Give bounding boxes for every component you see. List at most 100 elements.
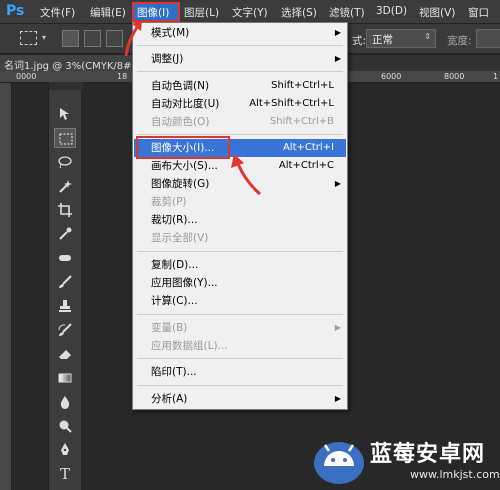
ruler-vertical (0, 83, 12, 490)
photoshop-logo: Ps (6, 3, 25, 19)
watermark: 蓝莓安卓网 www.lmkjst.com (306, 432, 500, 490)
history-brush-icon[interactable] (54, 320, 76, 340)
menu-item-trap[interactable]: 陷印(T)... (134, 363, 346, 381)
new-selection-icon[interactable] (62, 30, 79, 47)
submenu-arrow-icon: ▶ (334, 28, 341, 37)
menu-file[interactable]: 文件(F) (40, 5, 75, 20)
brush-tool-icon[interactable] (54, 272, 76, 292)
menu-item-label: 裁切(R)... (151, 214, 198, 226)
menu-item-shortcut: Shift+Ctrl+B (269, 116, 334, 127)
ruler-number: 8000 (444, 72, 465, 81)
menu-item-label: 自动颜色(O) (151, 116, 210, 128)
magic-wand-icon[interactable] (54, 176, 76, 196)
submenu-arrow-icon: ▶ (334, 54, 341, 63)
menu-item-label: 计算(C)... (151, 295, 198, 307)
ruler-number: 18 (117, 72, 128, 81)
menu-3d[interactable]: 3D(D) (376, 5, 407, 17)
menu-item-calculations[interactable]: 计算(C)... (134, 292, 346, 310)
healing-brush-icon[interactable] (54, 248, 76, 268)
panel-grip[interactable] (49, 82, 83, 90)
menu-item-duplicate[interactable]: 复制(D)... (134, 256, 346, 274)
style-select-value: 正常 (372, 34, 393, 46)
menu-item-label: 调整(J) (151, 53, 184, 65)
menu-select[interactable]: 选择(S) (281, 5, 317, 20)
menu-separator (137, 358, 343, 359)
submenu-arrow-icon: ▶ (334, 394, 341, 403)
submenu-arrow-icon: ▶ (334, 323, 341, 332)
menu-type[interactable]: 文字(Y) (232, 5, 268, 20)
menu-separator (137, 71, 343, 72)
menu-item-analysis[interactable]: 分析(A) ▶ (134, 390, 346, 408)
watermark-title: 蓝莓安卓网 (370, 442, 486, 467)
crop-tool-icon[interactable] (54, 200, 76, 220)
rectangular-marquee-icon[interactable] (54, 128, 76, 148)
move-tool-icon[interactable] (54, 104, 76, 124)
width-input[interactable] (476, 29, 500, 48)
marquee-preset-icon[interactable] (20, 31, 37, 45)
menu-item-label: 自动色调(N) (151, 80, 210, 92)
menu-item-shortcut: Alt+Shift+Ctrl+L (249, 98, 334, 109)
watermark-url: www.lmkjst.com (410, 468, 500, 481)
menu-item-label: 分析(A) (151, 393, 188, 405)
annotation-arrow-icon (124, 20, 142, 57)
menu-item-label: 图像旋转(G) (151, 178, 210, 190)
tools-panel: T (48, 82, 83, 490)
menu-item-apply-image[interactable]: 应用图像(Y)... (134, 274, 346, 292)
menu-separator (137, 385, 343, 386)
menu-window[interactable]: 窗口 (468, 5, 489, 20)
menu-bar: Ps 文件(F) 编辑(E) 图像(I) 图层(L) 文字(Y) 选择(S) 滤… (0, 0, 500, 24)
menu-item-trim[interactable]: 裁切(R)... (134, 211, 346, 229)
width-label: 宽度: (447, 35, 472, 47)
add-selection-icon[interactable] (84, 30, 101, 47)
menu-item-auto-tone[interactable]: 自动色调(N) Shift+Ctrl+L (134, 77, 346, 95)
annotation-arrow-icon (231, 154, 261, 196)
ruler-number: 1 (493, 72, 499, 81)
menu-item-label: 裁剪(P) (151, 196, 187, 208)
menu-item-label: 模式(M) (151, 27, 190, 39)
lasso-tool-icon[interactable] (54, 152, 76, 172)
menu-item-mode[interactable]: 模式(M) ▶ (134, 24, 346, 42)
menu-item-shortcut: Alt+Ctrl+I (282, 142, 334, 153)
submenu-arrow-icon: ▶ (334, 179, 341, 188)
gradient-tool-icon[interactable] (54, 368, 76, 388)
menu-layer[interactable]: 图层(L) (184, 5, 219, 20)
menu-item-shortcut: Shift+Ctrl+L (271, 80, 334, 91)
preset-dropdown-icon[interactable]: ▾ (42, 33, 52, 50)
menu-item-reveal-all[interactable]: 显示全部(V) (134, 229, 346, 247)
menu-item-label: 应用图像(Y)... (151, 277, 218, 289)
document-tab[interactable]: 名词1.jpg @ 3%(CMYK/8# (0, 55, 132, 71)
eraser-icon[interactable] (54, 344, 76, 364)
type-tool-icon[interactable]: T (54, 464, 76, 484)
menu-item-label: 变量(B) (151, 322, 188, 334)
menu-item-label: 应用数据组(L)... (151, 340, 228, 352)
menu-item-auto-contrast[interactable]: 自动对比度(U) Alt+Shift+Ctrl+L (134, 95, 346, 113)
menu-item-label: 复制(D)... (151, 259, 199, 271)
menu-item-label: 显示全部(V) (151, 232, 209, 244)
menu-item-variables[interactable]: 变量(B) ▶ (134, 319, 346, 337)
ruler-number: 0000 (16, 72, 37, 81)
pen-tool-icon[interactable] (54, 440, 76, 460)
menu-item-auto-color[interactable]: 自动颜色(O) Shift+Ctrl+B (134, 113, 346, 131)
menu-separator (137, 134, 343, 135)
menu-separator (137, 251, 343, 252)
eyedropper-icon[interactable] (54, 224, 76, 244)
menu-item-apply-data-set[interactable]: 应用数据组(L)... (134, 337, 346, 355)
menu-separator (137, 45, 343, 46)
menu-separator (137, 314, 343, 315)
menu-item-label: 陷印(T)... (151, 366, 197, 378)
style-label: 式: (352, 35, 367, 47)
watermark-logo-icon (314, 442, 364, 484)
select-arrows-icon: ⇕ (424, 32, 431, 41)
image-menu-dropdown: 模式(M) ▶ 调整(J) ▶ 自动色调(N) Shift+Ctrl+L 自动对… (132, 22, 348, 410)
clone-stamp-icon[interactable] (54, 296, 76, 316)
dodge-tool-icon[interactable] (54, 416, 76, 436)
menu-item-shortcut: Alt+Ctrl+C (278, 160, 334, 171)
menu-filter[interactable]: 滤镜(T) (329, 5, 365, 20)
menu-view[interactable]: 视图(V) (419, 5, 455, 20)
annotation-highlight-box (136, 136, 230, 159)
menu-item-label: 自动对比度(U) (151, 98, 220, 110)
blur-tool-icon[interactable] (54, 392, 76, 412)
menu-item-adjustments[interactable]: 调整(J) ▶ (134, 50, 346, 68)
ruler-number: 6000 (381, 72, 402, 81)
style-select[interactable]: 正常 ⇕ (366, 29, 436, 48)
